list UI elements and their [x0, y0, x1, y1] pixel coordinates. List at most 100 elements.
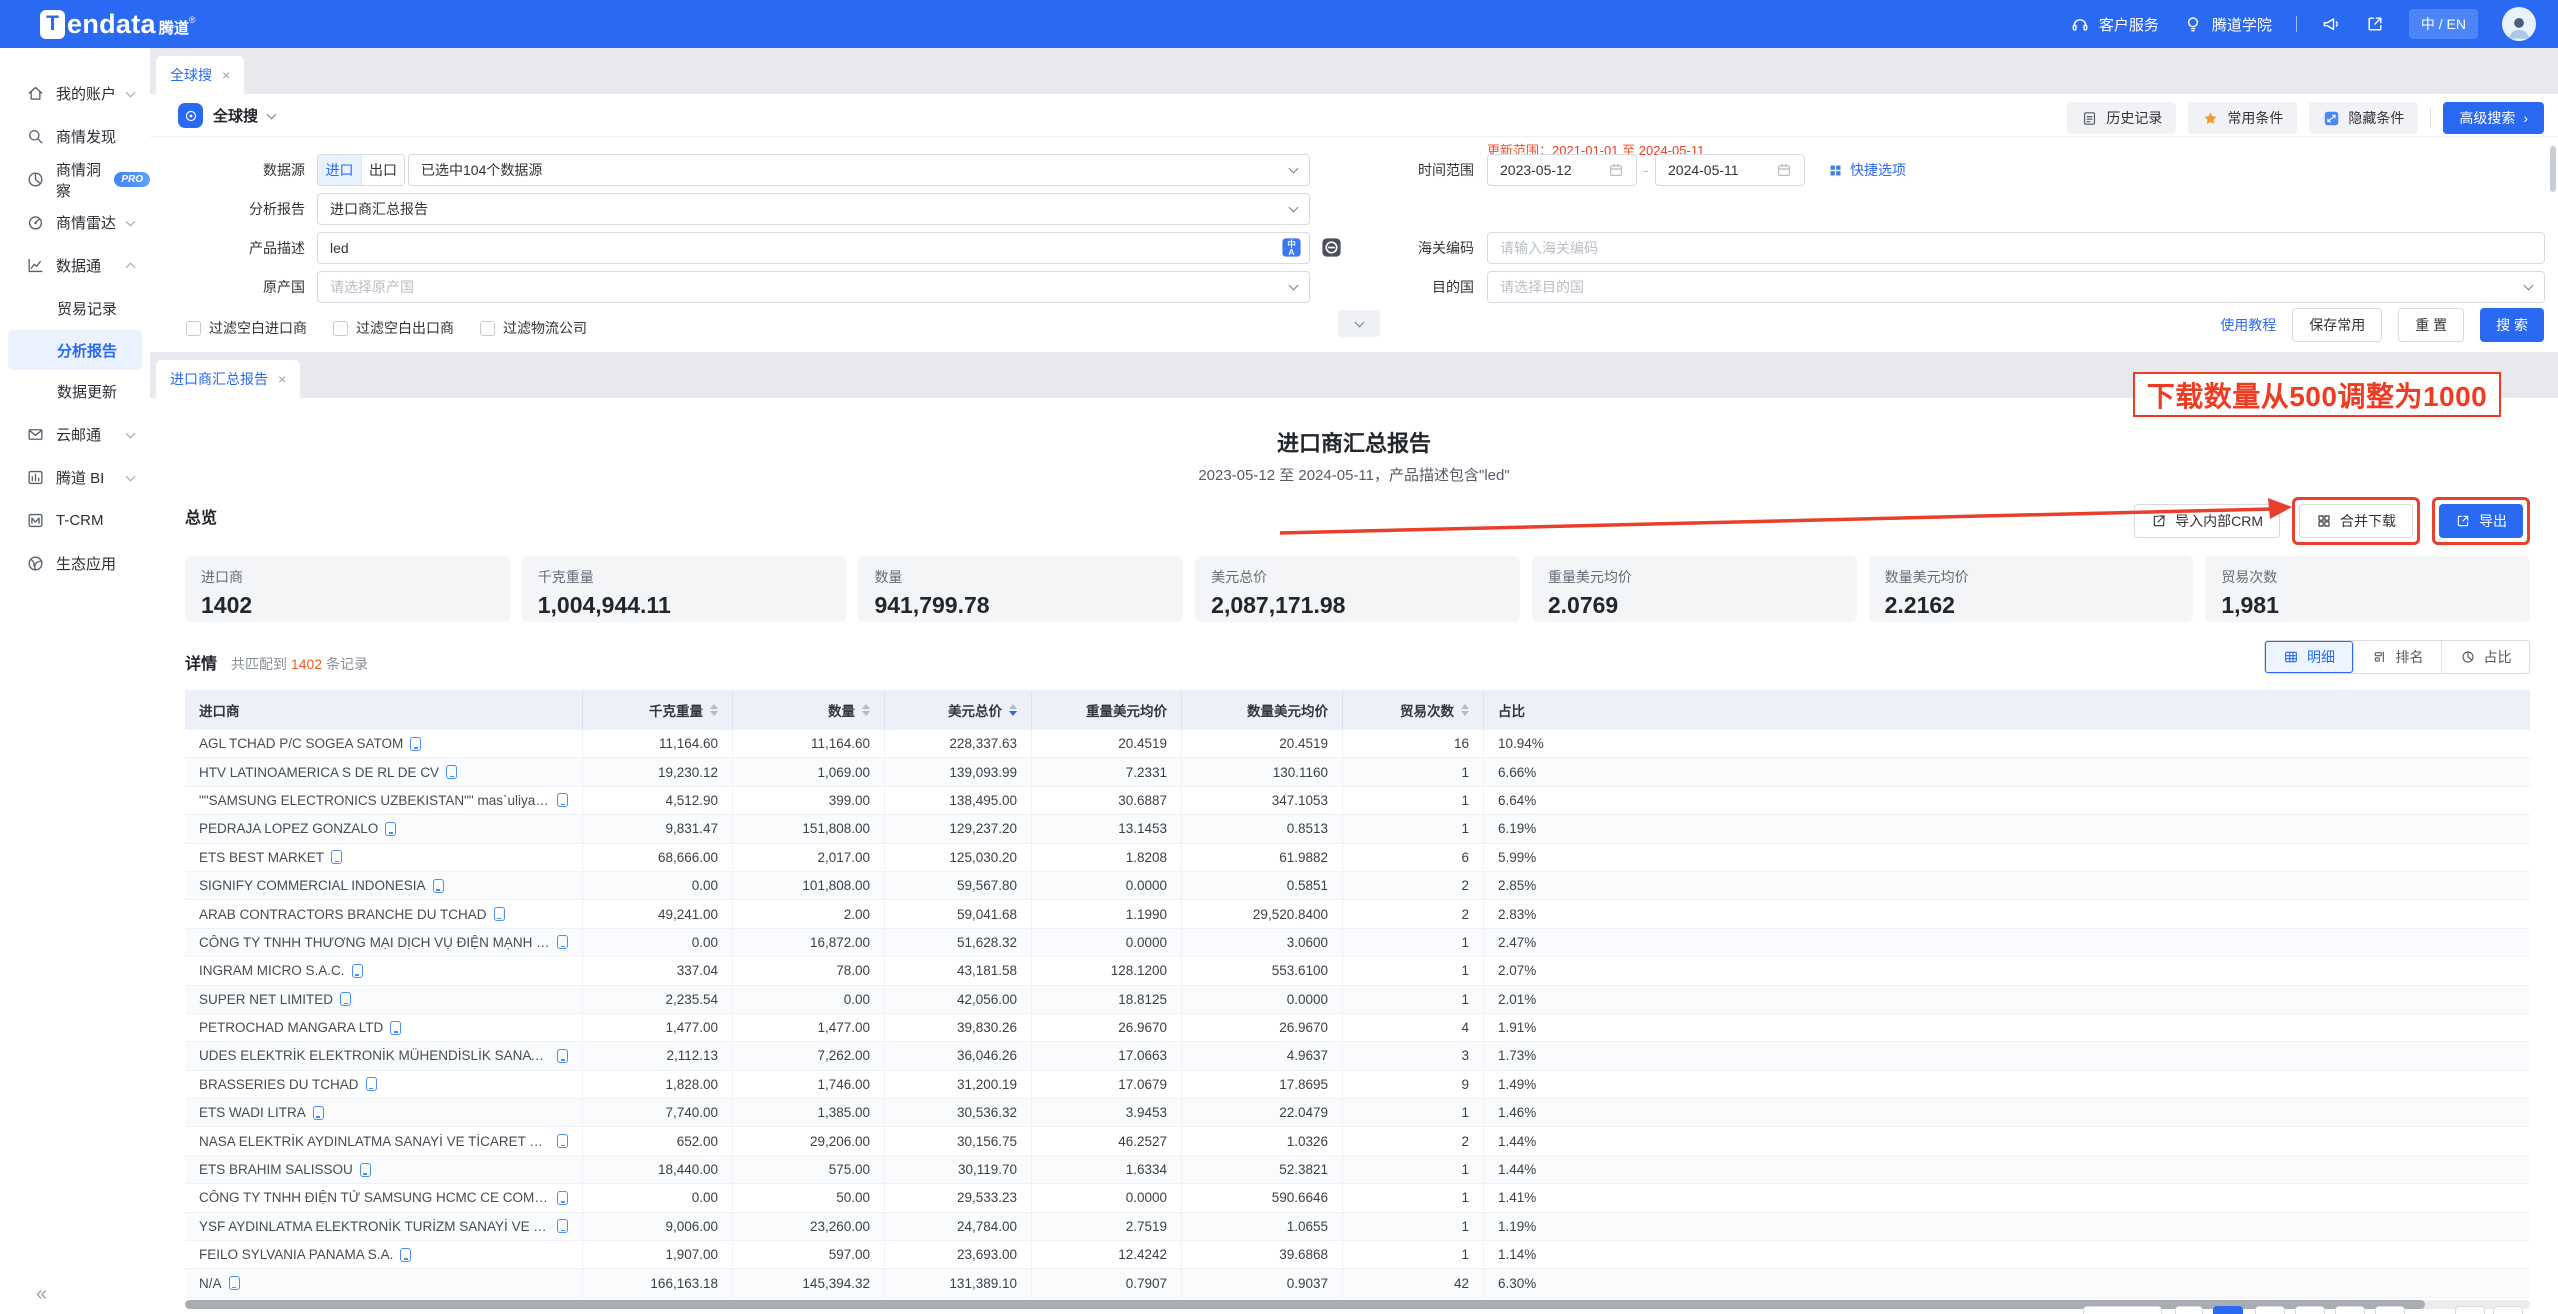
- nav-customer-service[interactable]: 客户服务: [2070, 14, 2159, 35]
- company-tag-icon[interactable]: [366, 1077, 377, 1091]
- table-row[interactable]: ETS BEST MARKET68,666.002,017.00125,030.…: [185, 844, 2530, 872]
- start-date-input[interactable]: 2023-05-12: [1487, 154, 1637, 186]
- sidebar-subitem[interactable]: 分析报告: [8, 330, 142, 370]
- toggle-出口[interactable]: 出口: [361, 155, 404, 185]
- pagination-button[interactable]: [2455, 1306, 2485, 1314]
- sidebar-item-home[interactable]: 我的账户: [0, 72, 150, 115]
- filter-chip[interactable]: 隐藏条件: [2309, 102, 2418, 134]
- table-row[interactable]: FEILO SYLVANIA PANAMA S.A.1,907.00597.00…: [185, 1241, 2530, 1269]
- filter-checkbox[interactable]: 过滤物流公司: [480, 318, 587, 338]
- hs-code-input[interactable]: [1487, 232, 2545, 264]
- table-row[interactable]: ""SAMSUNG ELECTRONICS UZBEKISTAN"" mas`u…: [185, 787, 2530, 815]
- tendata-logo[interactable]: T endata 腾道 ®: [40, 9, 195, 40]
- close-icon[interactable]: ×: [278, 371, 286, 387]
- sort-icon[interactable]: [710, 704, 718, 716]
- merge-download-button[interactable]: 合并下载: [2299, 504, 2413, 538]
- column-header[interactable]: 美元总价: [884, 690, 1031, 730]
- data-source-select[interactable]: 已选中104个数据源: [408, 154, 1310, 186]
- reset-button[interactable]: 重 置: [2398, 308, 2464, 342]
- column-header[interactable]: 贸易次数: [1342, 690, 1483, 730]
- table-row[interactable]: CÔNG TY TNHH THƯƠNG MẠI DỊCH VỤ ĐIỆN MẠN…: [185, 929, 2530, 957]
- column-header[interactable]: 数量: [732, 690, 884, 730]
- checkbox[interactable]: [333, 321, 348, 336]
- table-row[interactable]: ETS WADI LITRA7,740.001,385.0030,536.323…: [185, 1099, 2530, 1127]
- translate-icon[interactable]: 中A: [1280, 236, 1303, 259]
- pagination-button[interactable]: [2255, 1306, 2285, 1314]
- sidebar-item-eco[interactable]: 生态应用: [0, 542, 150, 585]
- table-row[interactable]: N/A166,163.18145,394.32131,389.100.79070…: [185, 1269, 2530, 1297]
- sidebar-item-mail[interactable]: 云邮通: [0, 413, 150, 456]
- company-tag-icon[interactable]: [229, 1276, 240, 1290]
- company-tag-icon[interactable]: [400, 1248, 411, 1262]
- scrollbar[interactable]: [2550, 146, 2556, 192]
- company-tag-icon[interactable]: [433, 879, 444, 893]
- company-tag-icon[interactable]: [352, 964, 363, 978]
- table-row[interactable]: INGRAM MICRO S.A.C.337.0478.0043,181.581…: [185, 957, 2530, 985]
- table-row[interactable]: PEDRAJA LOPEZ GONZALO9,831.47151,808.001…: [185, 815, 2530, 843]
- quick-options-link[interactable]: 快捷选项: [1828, 154, 1906, 186]
- sidebar-item-crm[interactable]: T-CRM: [0, 499, 150, 542]
- megaphone-icon[interactable]: [2321, 14, 2341, 34]
- company-tag-icon[interactable]: [340, 992, 351, 1006]
- company-tag-icon[interactable]: [494, 907, 505, 921]
- table-row[interactable]: CÔNG TY TNHH ĐIỆN TỬ SAMSUNG HCMC CE COM…: [185, 1184, 2530, 1212]
- language-toggle[interactable]: 中 / EN: [2409, 9, 2478, 39]
- company-tag-icon[interactable]: [360, 1163, 371, 1177]
- table-row[interactable]: SIGNIFY COMMERCIAL INDONESIA0.00101,808.…: [185, 872, 2530, 900]
- tutorial-link[interactable]: 使用教程: [2220, 315, 2276, 335]
- sidebar-item-data[interactable]: 数据通: [0, 244, 150, 287]
- pagination-button[interactable]: [2493, 1306, 2523, 1314]
- filter-chip[interactable]: 历史记录: [2067, 102, 2176, 134]
- table-row[interactable]: SUPER NET LIMITED2,235.540.0042,056.0018…: [185, 986, 2530, 1014]
- close-icon[interactable]: ×: [222, 67, 230, 83]
- sort-icon[interactable]: [1009, 704, 1017, 716]
- table-row[interactable]: BRASSERIES DU TCHAD1,828.001,746.0031,20…: [185, 1071, 2530, 1099]
- search-button[interactable]: 搜 索: [2480, 308, 2544, 342]
- fullscreen-icon[interactable]: [2365, 14, 2385, 34]
- toggle-进口[interactable]: 进口: [318, 155, 361, 185]
- scope-selector[interactable]: 全球搜: [178, 103, 275, 128]
- filter-checkbox[interactable]: 过滤空白进口商: [186, 318, 307, 338]
- pagination-button[interactable]: [2175, 1306, 2203, 1314]
- company-tag-icon[interactable]: [410, 737, 421, 751]
- sidebar-item-insight[interactable]: 商情洞察PRO: [0, 158, 150, 201]
- checkbox[interactable]: [186, 321, 201, 336]
- workspace-tab[interactable]: 全球搜 ×: [156, 56, 244, 94]
- pagination-current-page[interactable]: [2213, 1306, 2243, 1314]
- table-row[interactable]: PETROCHAD MANGARA LTD1,477.001,477.0039,…: [185, 1014, 2530, 1042]
- product-desc-input[interactable]: [317, 232, 1310, 264]
- company-tag-icon[interactable]: [557, 793, 568, 807]
- sidebar-subitem[interactable]: 数据更新: [0, 370, 150, 413]
- report-tab[interactable]: 进口商汇总报告 ×: [156, 360, 300, 398]
- save-common-button[interactable]: 保存常用: [2292, 308, 2382, 342]
- company-tag-icon[interactable]: [390, 1021, 401, 1035]
- destination-select[interactable]: 请选择目的国: [1487, 271, 2545, 303]
- collapse-filters-button[interactable]: [1338, 310, 1380, 337]
- pagination-button[interactable]: [2335, 1306, 2365, 1314]
- view-ratio[interactable]: 占比: [2441, 641, 2529, 673]
- sort-icon[interactable]: [1461, 704, 1469, 716]
- pagination-button[interactable]: [2375, 1306, 2405, 1314]
- view-rank[interactable]: 排名: [2353, 641, 2441, 673]
- company-tag-icon[interactable]: [557, 935, 568, 949]
- company-tag-icon[interactable]: [557, 1049, 568, 1063]
- column-header[interactable]: 千克重量: [582, 690, 732, 730]
- company-tag-icon[interactable]: [557, 1134, 568, 1148]
- sort-icon[interactable]: [862, 704, 870, 716]
- report-type-select[interactable]: 进口商汇总报告: [317, 193, 1310, 225]
- user-avatar[interactable]: [2502, 7, 2536, 41]
- sidebar-item-radar[interactable]: 商情雷达: [0, 201, 150, 244]
- filter-chip[interactable]: 常用条件: [2188, 102, 2297, 134]
- view-detail[interactable]: 明细: [2265, 641, 2353, 673]
- export-button[interactable]: 导出: [2439, 504, 2523, 538]
- table-row[interactable]: ARAB CONTRACTORS BRANCHE DU TCHAD49,241.…: [185, 900, 2530, 928]
- exclude-filter-icon[interactable]: [1320, 236, 1343, 259]
- checkbox[interactable]: [480, 321, 495, 336]
- filter-checkbox[interactable]: 过滤空白出口商: [333, 318, 454, 338]
- table-row[interactable]: AGL TCHAD P/C SOGEA SATOM11,164.6011,164…: [185, 730, 2530, 758]
- nav-academy[interactable]: 腾道学院: [2183, 14, 2272, 35]
- pagination-button[interactable]: [2083, 1306, 2162, 1314]
- pagination-button[interactable]: [2295, 1306, 2325, 1314]
- company-tag-icon[interactable]: [385, 822, 396, 836]
- end-date-input[interactable]: 2024-05-11: [1655, 154, 1805, 186]
